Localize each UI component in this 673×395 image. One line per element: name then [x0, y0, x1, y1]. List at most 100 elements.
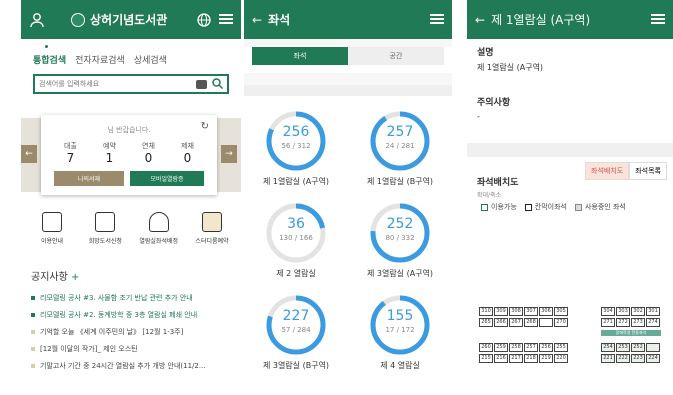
availability-ring: 36 130 / 166 — [265, 202, 327, 264]
prev-arrow-icon[interactable]: ← — [21, 145, 37, 163]
seat[interactable]: 255 — [554, 343, 568, 352]
search-input[interactable]: 검색어를 입력하세요 — [33, 74, 229, 94]
back-arrow-icon[interactable]: ← — [252, 13, 262, 27]
loan-stats: 대출 7 예약 1 연체 0 제재 0 — [41, 141, 217, 165]
seat[interactable]: 219 — [539, 354, 553, 363]
room-header: ← 제 1열람실 (A구역) — [467, 0, 673, 39]
seat[interactable]: 257 — [524, 343, 538, 352]
notice-item[interactable]: 리모델링 공사 #2. 동계방학 중 3층 열람실 폐쇄 안내 — [31, 307, 237, 324]
availability-ring: 257 24 / 281 — [369, 110, 431, 172]
seat[interactable]: 308 — [509, 307, 523, 316]
availability-ring: 252 80 / 332 — [369, 202, 431, 264]
room-card[interactable]: 256 56 / 312 제 1열람실 (A구역) — [244, 110, 348, 187]
room-card[interactable]: 36 130 / 166 제 2 열람실 — [244, 202, 348, 279]
seat[interactable]: 302 — [631, 307, 645, 316]
room-name: 제 2 열람실 — [276, 269, 316, 278]
next-arrow-icon[interactable]: → — [221, 145, 237, 163]
tab-advanced-search[interactable]: 상세검색 — [134, 53, 167, 66]
seat[interactable]: 274 — [646, 318, 660, 327]
menu-icon[interactable] — [219, 14, 233, 24]
seat[interactable]: 305 — [554, 307, 568, 316]
notice-item[interactable]: 기억할 오늘 《세계 이주민의 날》 [12월 1-3주] — [31, 324, 237, 341]
notice-more-icon[interactable]: + — [71, 272, 79, 283]
globe-icon[interactable] — [197, 12, 213, 28]
notice-item[interactable]: [12월 이달의 작가]_ 제인 오스틴 — [31, 341, 237, 358]
seat[interactable]: 258 — [509, 343, 523, 352]
seg-list[interactable]: 좌석목록 — [629, 162, 667, 180]
page-title: 제 1열람실 (A구역) — [491, 13, 591, 27]
seg-layout[interactable]: 좌석배치도 — [585, 162, 630, 180]
menu-icon[interactable] — [651, 14, 665, 24]
notice-item[interactable]: 기말고사 기간 중 24시간 열람실 추가 개방 안내(11/2... — [31, 358, 237, 375]
seat[interactable]: 306 — [539, 307, 553, 316]
stat-overdue[interactable]: 연체 0 — [142, 141, 155, 165]
seat[interactable]: 301 — [646, 307, 660, 316]
seat[interactable]: 217 — [509, 354, 523, 363]
search-icon[interactable] — [212, 77, 224, 91]
room-name: 제 1열람실 (A구역) — [262, 177, 330, 186]
seat[interactable]: 309 — [494, 307, 508, 316]
seat-overview-screen: ← 좌석 좌석 공간 256 56 / 312 제 1열람실 (A구역) 257 24 … — [244, 0, 452, 395]
stat-sanctions[interactable]: 제재 0 — [181, 141, 194, 165]
seat[interactable]: 223 — [631, 354, 645, 363]
seat[interactable]: 216 — [494, 354, 508, 363]
available-count: 227 — [282, 308, 310, 324]
seat-legend: 이용가능 칸막이좌석 사용중인 좌석 — [481, 202, 626, 212]
seat[interactable]: 221 — [601, 354, 615, 363]
section-divider — [467, 143, 673, 157]
stat-loans[interactable]: 대출 7 — [64, 141, 77, 165]
seat[interactable]: 273 — [631, 318, 645, 327]
user-icon[interactable] — [29, 12, 45, 28]
menu-icon[interactable] — [430, 14, 444, 24]
seat[interactable]: 265 — [479, 318, 493, 327]
used-total: 56 / 312 — [281, 142, 311, 150]
room-card[interactable]: 227 57 / 284 제 3열람실 (B구역) — [244, 294, 348, 371]
stat-reservations[interactable]: 예약 1 — [103, 141, 116, 165]
seat-people-icon — [148, 212, 169, 232]
quick-usage-guide[interactable]: 이용안내 — [27, 212, 77, 245]
seat[interactable]: 307 — [524, 307, 538, 316]
seat[interactable]: 267 — [509, 318, 523, 327]
seat[interactable]: 218 — [524, 354, 538, 363]
seat[interactable]: 266 — [494, 318, 508, 327]
seat[interactable]: 271 — [601, 318, 615, 327]
library-home-screen: 상허기념도서관 통합검색 전자자료검색 상세검색 검색어를 입력하세요 ← → … — [21, 0, 241, 395]
seat[interactable]: 303 — [616, 307, 630, 316]
camera-icon[interactable] — [196, 79, 207, 89]
seat[interactable] — [539, 318, 553, 327]
seat[interactable]: 222 — [616, 354, 630, 363]
room-card[interactable]: 252 80 / 332 제 3열람실 (A구역) — [348, 202, 452, 279]
tab-eresource-search[interactable]: 전자자료검색 — [75, 53, 125, 66]
seat[interactable]: 259 — [494, 343, 508, 352]
seat[interactable]: 253 — [616, 343, 630, 352]
tab-seat[interactable]: 좌석 — [252, 47, 348, 65]
seat[interactable]: 252 — [631, 343, 645, 352]
seat[interactable]: 310 — [479, 307, 493, 316]
room-card[interactable]: 257 24 / 281 제 1열람실 (B구역) — [348, 110, 452, 187]
back-arrow-icon[interactable]: ← — [475, 13, 485, 27]
seat[interactable]: 254 — [601, 343, 615, 352]
tab-space[interactable]: 공간 — [348, 47, 444, 65]
tab-integrated-search[interactable]: 통합검색 — [33, 45, 66, 66]
studyroom-icon — [201, 212, 222, 232]
room-card[interactable]: 155 17 / 172 제 4 열람실 — [348, 294, 452, 371]
seat[interactable]: 215 — [479, 354, 493, 363]
legend-available: 이용가능 — [481, 202, 517, 212]
seat[interactable]: 220 — [554, 354, 568, 363]
seat[interactable]: 260 — [479, 343, 493, 352]
mobile-id-button[interactable]: 모바일열람증 — [130, 171, 204, 186]
quick-studyroom[interactable]: 스터디룸예약 — [187, 212, 237, 245]
seat[interactable]: 304 — [601, 307, 615, 316]
notice-item[interactable]: 리모델링 공사 #3. 사물함 조기 반납 관련 추가 안내 — [31, 290, 237, 307]
quick-seat-assign[interactable]: 열람실좌석배정 — [134, 212, 184, 245]
seat[interactable]: 270 — [554, 318, 568, 327]
home-header: 상허기념도서관 — [21, 0, 241, 39]
seat[interactable]: 224 — [646, 354, 660, 363]
my-library-button[interactable]: 나의서재 — [54, 171, 124, 186]
seat[interactable]: 272 — [616, 318, 630, 327]
refresh-icon[interactable]: ↻ — [201, 121, 209, 132]
seat[interactable]: 268 — [524, 318, 538, 327]
seat[interactable]: 256 — [539, 343, 553, 352]
seat[interactable] — [646, 343, 660, 352]
quick-book-request[interactable]: 희망도서신청 — [80, 212, 130, 245]
